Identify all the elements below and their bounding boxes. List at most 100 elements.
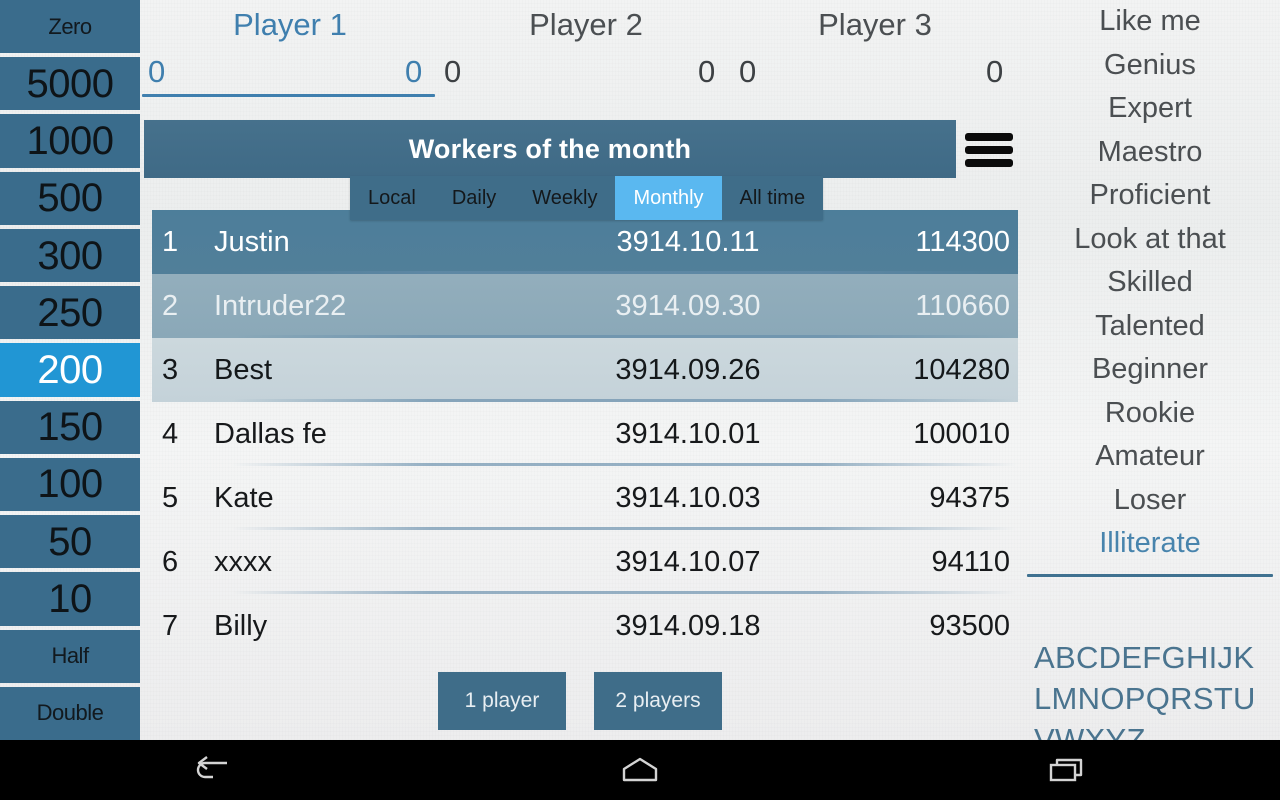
mode-button-1-player[interactable]: 1 player — [438, 672, 566, 730]
tab-monthly[interactable]: Monthly — [615, 176, 722, 220]
row-score: 100010 — [913, 417, 1010, 450]
rank-item-illiterate[interactable]: Illiterate — [1020, 522, 1280, 566]
rank-selected-underline — [1027, 573, 1273, 577]
table-row[interactable]: 4 Dallas fe 3914.10.01 100010 — [152, 402, 1018, 466]
menu-bar-3 — [965, 159, 1013, 167]
player-2-score-left[interactable]: 0 — [698, 50, 715, 94]
row-score: 110660 — [915, 289, 1010, 322]
row-player-name: Intruder22 — [214, 289, 347, 322]
row-date: 3914.10.11 — [616, 225, 760, 258]
row-rank: 4 — [162, 417, 179, 450]
rank-item-maestro[interactable]: Maestro — [1020, 131, 1280, 175]
table-row[interactable]: 3 Best 3914.09.26 104280 — [152, 338, 1018, 402]
row-score: 104280 — [913, 353, 1010, 386]
row-rank: 2 — [162, 289, 179, 322]
row-score: 94375 — [929, 481, 1010, 514]
android-navigation-bar — [0, 740, 1280, 800]
bet-button-200[interactable]: 200 — [0, 343, 140, 397]
player-2-name[interactable]: Player 2 — [436, 0, 736, 50]
row-rank: 5 — [162, 481, 179, 514]
bet-button-10[interactable]: 10 — [0, 572, 140, 626]
bet-button-zero[interactable]: Zero — [0, 0, 140, 54]
player-1-underline — [142, 94, 435, 97]
row-date: 3914.10.03 — [615, 481, 761, 514]
player-column-2[interactable]: Player 2 0 0 — [436, 0, 756, 98]
player-mode-buttons: 1 player 2 players — [140, 672, 1020, 736]
player-2-score-row: 0 0 — [436, 50, 756, 98]
rank-item-beginner[interactable]: Beginner — [1020, 348, 1280, 392]
bet-button-250[interactable]: 250 — [0, 286, 140, 340]
bet-button-100[interactable]: 100 — [0, 457, 140, 512]
player-1-score-left[interactable]: 0 — [148, 50, 165, 94]
tab-all-time[interactable]: All time — [721, 176, 824, 220]
row-score: 114300 — [915, 225, 1010, 258]
player-1-score-row: 0 0 — [140, 50, 440, 98]
rank-item-expert[interactable]: Expert — [1020, 87, 1280, 131]
tab-local[interactable]: Local — [350, 176, 434, 220]
rank-item-look-at-that[interactable]: Look at that — [1020, 218, 1280, 262]
table-row[interactable]: 2 Intruder22 3914.09.30 110660 — [152, 274, 1018, 338]
recents-icon[interactable] — [1007, 740, 1127, 800]
bet-button-5000[interactable]: 5000 — [0, 57, 140, 111]
players-header: Player 1 0 0 0 Player 2 0 0 Player 3 0 — [140, 0, 1020, 110]
menu-bar-1 — [965, 133, 1013, 141]
row-score: 94110 — [931, 545, 1011, 578]
rank-item-loser[interactable]: Loser — [1020, 479, 1280, 523]
table-row[interactable]: 6 xxxx 3914.10.07 94110 — [152, 530, 1018, 594]
bet-button-double[interactable]: Double — [0, 686, 140, 740]
leaderboard-title: Workers of the month — [144, 120, 956, 178]
back-icon[interactable] — [153, 740, 273, 800]
rank-sidebar: Like me Genius Expert Maestro Proficient Look… — [1020, 0, 1280, 740]
row-date: 3914.10.07 — [615, 545, 761, 578]
row-player-name: Billy — [214, 609, 268, 642]
menu-bar-2 — [965, 146, 1013, 154]
tab-weekly[interactable]: Weekly — [514, 176, 616, 220]
player-3-score-right[interactable]: 0 — [986, 50, 1003, 94]
rank-item-rookie[interactable]: Rookie — [1020, 392, 1280, 436]
bet-amount-sidebar: Zero 5000 1000 500 300 250 200 150 100 50 10 Half Do… — [0, 0, 140, 740]
app-root: Zero 5000 1000 500 300 250 200 150 100 50 10 Half Do… — [0, 0, 1280, 800]
leaderboard-panel: Workers of the month 1 Justin 3914.10.11 11… — [140, 110, 1030, 670]
rank-list: Like me Genius Expert Maestro Proficient Look… — [1020, 0, 1280, 566]
row-score: 93500 — [929, 609, 1010, 642]
tab-daily[interactable]: Daily — [433, 176, 515, 220]
mode-button-2-players[interactable]: 2 players — [594, 672, 722, 730]
game-screen: Zero 5000 1000 500 300 250 200 150 100 50 10 Half Do… — [0, 0, 1280, 740]
player-1-name[interactable]: Player 1 — [140, 0, 440, 50]
row-player-name: Justin — [214, 225, 290, 258]
player-3-name[interactable]: Player 3 — [730, 0, 1020, 50]
bet-button-1000[interactable]: 1000 — [0, 114, 140, 168]
row-rank: 6 — [162, 545, 179, 578]
leaderboard-tabs: Local Daily Weekly Monthly All time — [350, 176, 824, 220]
bet-button-half[interactable]: Half — [0, 629, 140, 683]
table-row[interactable]: 5 Kate 3914.10.03 94375 — [152, 466, 1018, 530]
row-rank: 7 — [162, 609, 179, 642]
rank-item-genius[interactable]: Genius — [1020, 44, 1280, 88]
row-date: 3914.09.18 — [615, 609, 761, 642]
row-date: 3914.10.01 — [615, 417, 761, 450]
bet-button-300[interactable]: 300 — [0, 228, 140, 283]
player-column-1[interactable]: Player 1 0 0 — [140, 0, 440, 98]
player-1-score-right[interactable]: 0 — [405, 50, 422, 94]
player-3-score-row: 0 — [730, 50, 1020, 98]
table-row[interactable]: 7 Billy 3914.09.18 93500 — [152, 594, 1018, 650]
bet-button-150[interactable]: 150 — [0, 400, 140, 454]
leaderboard-rows: 1 Justin 3914.10.11 114300 2 Intruder22 3914.0… — [152, 210, 1018, 650]
player-column-3[interactable]: Player 3 0 — [730, 0, 1020, 98]
row-rank: 3 — [162, 353, 179, 386]
row-date: 3914.09.26 — [615, 353, 761, 386]
bet-button-500[interactable]: 500 — [0, 171, 140, 225]
rank-item-like-me[interactable]: Like me — [1020, 0, 1280, 44]
rank-item-proficient[interactable]: Proficient — [1020, 174, 1280, 218]
rank-item-talented[interactable]: Talented — [1020, 305, 1280, 349]
bet-button-50[interactable]: 50 — [0, 515, 140, 569]
row-player-name: Kate — [214, 481, 274, 514]
row-player-name: Best — [214, 353, 273, 386]
home-icon[interactable] — [580, 740, 700, 800]
row-player-name: xxxx — [214, 545, 272, 578]
rank-item-skilled[interactable]: Skilled — [1020, 261, 1280, 305]
row-date: 3914.09.30 — [615, 289, 761, 322]
hamburger-menu-icon[interactable] — [965, 130, 1013, 170]
alphabet-keyboard[interactable]: ABCDEFGHIJKLMNOPQRSTUVWXYZ — [1020, 637, 1280, 741]
rank-item-amateur[interactable]: Amateur — [1020, 435, 1280, 479]
